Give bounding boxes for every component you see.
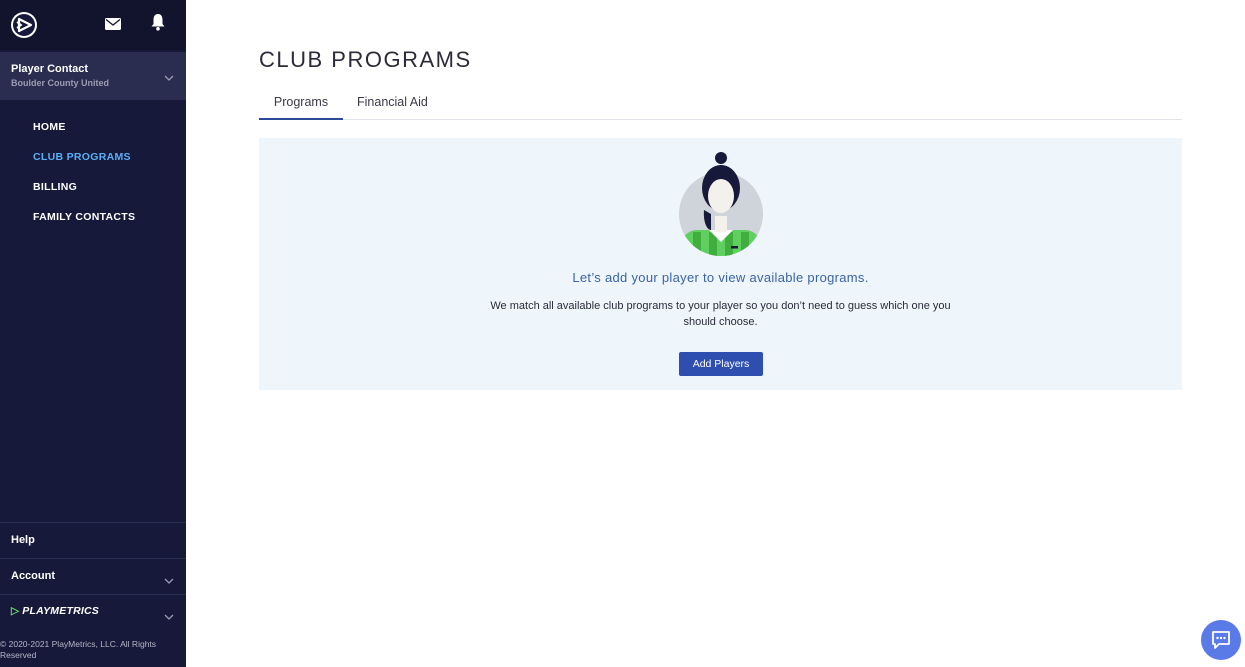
empty-state-card: Let’s add your player to view available … bbox=[259, 138, 1182, 390]
bell-icon[interactable] bbox=[150, 13, 166, 36]
brand-label: PLAYMETRICS bbox=[22, 605, 99, 617]
tab-financial-aid[interactable]: Financial Aid bbox=[357, 95, 428, 120]
tab-programs[interactable]: Programs bbox=[259, 95, 343, 120]
chevron-down-icon bbox=[164, 608, 174, 626]
app: Player Contact Boulder County United HOM… bbox=[0, 0, 1245, 667]
contact-club: Boulder County United bbox=[11, 78, 109, 88]
contact-name: Player Contact bbox=[11, 63, 89, 75]
sidebar-nav: HOME CLUB PROGRAMS BILLING FAMILY CONTAC… bbox=[0, 114, 186, 234]
sidebar-item-home[interactable]: HOME bbox=[0, 114, 186, 144]
empty-state-heading: Let’s add your player to view available … bbox=[572, 270, 869, 285]
account-menu[interactable]: Account bbox=[0, 558, 186, 594]
playmetrics-brand: ▷ PLAYMETRICS bbox=[11, 605, 99, 617]
page-title: CLUB PROGRAMS bbox=[259, 47, 472, 72]
account-label: Account bbox=[11, 570, 55, 582]
sidebar-item-billing[interactable]: BILLING bbox=[0, 174, 186, 204]
sidebar-header bbox=[0, 0, 186, 50]
contact-switcher[interactable]: Player Contact Boulder County United bbox=[0, 52, 186, 100]
help-link[interactable]: Help bbox=[0, 522, 186, 558]
copyright: © 2020-2021 PlayMetrics, LLC. All Rights… bbox=[0, 639, 157, 660]
help-label: Help bbox=[11, 534, 35, 546]
add-players-button[interactable]: Add Players bbox=[679, 352, 763, 376]
sidebar-item-club-programs[interactable]: CLUB PROGRAMS bbox=[0, 144, 186, 174]
chevron-down-icon bbox=[164, 69, 174, 87]
brand-menu[interactable]: ▷ PLAYMETRICS bbox=[0, 594, 186, 630]
tab-bar: Programs Financial Aid bbox=[259, 92, 1182, 120]
empty-state-text: We match all available club programs to … bbox=[490, 300, 951, 328]
chevron-down-icon bbox=[164, 572, 174, 590]
mail-icon[interactable] bbox=[105, 17, 121, 35]
playmetrics-mark-icon: ▷ bbox=[11, 605, 20, 617]
chat-button[interactable] bbox=[1201, 620, 1241, 660]
sidebar-item-family-contacts[interactable]: FAMILY CONTACTS bbox=[0, 204, 186, 234]
playmetrics-logo-icon[interactable] bbox=[11, 12, 37, 38]
sidebar: Player Contact Boulder County United HOM… bbox=[0, 0, 186, 667]
player-avatar-icon bbox=[673, 150, 769, 261]
